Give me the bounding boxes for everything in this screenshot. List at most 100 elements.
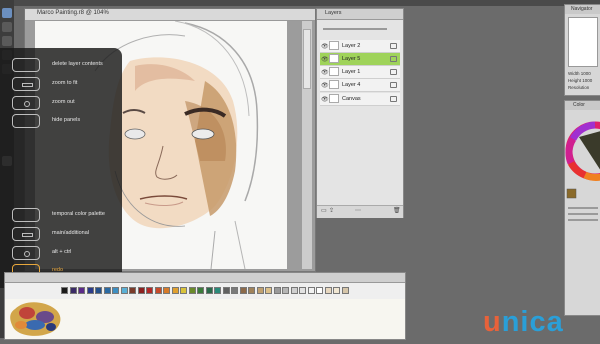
color-swatch[interactable]: [180, 287, 187, 294]
swatch-row: [61, 287, 350, 295]
layer-thumbnail: [329, 54, 339, 63]
shortcut-item[interactable]: zoom to fit: [12, 77, 122, 93]
eye-icon[interactable]: 👁: [321, 82, 329, 89]
navigator-title-bar[interactable]: Navigator: [565, 5, 600, 14]
layer-options-icon[interactable]: ⇪: [329, 207, 334, 214]
color-swatch[interactable]: [231, 287, 238, 294]
layer-name: Layer 4: [342, 82, 361, 88]
color-swatch[interactable]: [222, 287, 230, 294]
color-swatch[interactable]: [146, 287, 153, 294]
color-swatch[interactable]: [61, 287, 68, 294]
shortcut-label: alt + ctrl: [52, 249, 72, 255]
color-swatch[interactable]: [205, 287, 213, 294]
layer-row-selected[interactable]: 👁 Layer 5: [320, 53, 400, 66]
shortcut-label: hide panels: [52, 117, 81, 123]
color-swatch[interactable]: [78, 287, 85, 294]
eye-icon[interactable]: 👁: [321, 56, 329, 63]
paint-blob: [10, 302, 61, 336]
color-slider[interactable]: [568, 219, 598, 221]
layer-name: Layer 1: [342, 69, 361, 75]
shortcut-label: main/additional: [52, 230, 89, 236]
lock-icon[interactable]: [390, 56, 397, 62]
color-swatch[interactable]: [95, 287, 102, 294]
color-swatch[interactable]: [273, 287, 281, 294]
layers-footer: ▭ ⇪ ⋯ 🗑: [317, 205, 403, 218]
color-swatch[interactable]: [129, 287, 136, 294]
color-swatch[interactable]: [333, 287, 340, 294]
navigator-title: Navigator: [571, 6, 593, 12]
color-swatch[interactable]: [282, 287, 289, 294]
brush-tool-icon[interactable]: [2, 8, 12, 18]
color-swatch[interactable]: [103, 287, 111, 294]
layer-thumbnail: [329, 80, 339, 89]
layer-row[interactable]: 👁 Canvas: [320, 93, 400, 106]
color-swatch[interactable]: [163, 287, 170, 294]
shortcut-label: zoom out: [52, 99, 75, 105]
layer-row[interactable]: 👁 Layer 1: [320, 66, 400, 79]
color-swatch[interactable]: [188, 287, 196, 294]
color-swatch[interactable]: [154, 287, 162, 294]
color-swatch[interactable]: [86, 287, 94, 294]
color-swatch[interactable]: [341, 287, 349, 294]
color-swatch[interactable]: [324, 287, 332, 294]
color-swatch[interactable]: [248, 287, 255, 294]
color-swatch[interactable]: [69, 287, 77, 294]
color-swatch[interactable]: [299, 287, 306, 294]
opacity-slider[interactable]: [323, 28, 387, 30]
eye-icon[interactable]: 👁: [321, 69, 329, 76]
color-swatch[interactable]: [239, 287, 247, 294]
shortcut-label: temporal color palette: [52, 211, 105, 217]
color-swatch[interactable]: [307, 287, 315, 294]
color-wheel[interactable]: [565, 113, 600, 213]
color-swatch[interactable]: [171, 287, 179, 294]
layer-name: Canvas: [342, 96, 361, 102]
mixing-area[interactable]: [5, 299, 405, 339]
eye-icon[interactable]: 👁: [321, 96, 329, 103]
color-title-bar[interactable]: Color: [565, 101, 600, 110]
color-swatch[interactable]: [290, 287, 298, 294]
color-swatch[interactable]: [197, 287, 204, 294]
color-swatch[interactable]: [256, 287, 264, 294]
lock-icon[interactable]: [390, 96, 397, 102]
shortcut-item[interactable]: alt + ctrl: [12, 246, 122, 262]
pencil-tool-icon[interactable]: [2, 22, 12, 32]
color-swatch[interactable]: [120, 287, 128, 294]
layer-row[interactable]: 👁 Layer 2: [320, 40, 400, 53]
scrollbar-thumb[interactable]: [303, 29, 311, 89]
lock-icon[interactable]: [390, 43, 397, 49]
new-layer-icon[interactable]: ▭: [321, 207, 327, 214]
navigator-preview[interactable]: [568, 17, 598, 67]
key-button-icon: [12, 246, 40, 260]
color-swatch[interactable]: [137, 287, 145, 294]
layers-panel: Layers 👁 Layer 2 👁 Layer 5 👁 Layer 1 👁 L…: [316, 8, 404, 218]
shortcut-item[interactable]: main/additional: [12, 227, 122, 243]
color-swatch[interactable]: [265, 287, 272, 294]
color-slider[interactable]: [568, 213, 598, 215]
color-panel: Color: [564, 100, 600, 316]
shortcut-item[interactable]: zoom out: [12, 96, 122, 112]
color-swatch[interactable]: [316, 287, 323, 294]
color-swatch[interactable]: [112, 287, 119, 294]
height-label: Height: [568, 78, 582, 83]
height-value: 1000: [582, 78, 593, 83]
shortcut-item[interactable]: temporal color palette: [12, 208, 122, 224]
color-slider[interactable]: [568, 207, 598, 209]
trash-icon[interactable]: 🗑: [393, 207, 401, 214]
shortcut-item[interactable]: hide panels: [12, 114, 122, 130]
resolution-label: Resolution: [568, 85, 590, 90]
eraser-tool-icon[interactable]: [2, 36, 12, 46]
more-icon[interactable]: ⋯: [355, 207, 361, 214]
shortcut-item[interactable]: delete layer contents: [12, 58, 122, 74]
canvas-scrollbar[interactable]: [302, 21, 312, 269]
lock-icon[interactable]: [390, 82, 397, 88]
canvas-title-bar[interactable]: Marco Painting.r8 @ 104%: [25, 9, 315, 21]
canvas-title: Marco Painting.r8 @ 104%: [37, 10, 109, 16]
layer-thumbnail: [329, 94, 339, 103]
lock-icon[interactable]: [390, 69, 397, 75]
color-swatch[interactable]: [214, 287, 221, 294]
layer-row[interactable]: 👁 Layer 4: [320, 79, 400, 92]
layers-title-bar[interactable]: Layers: [317, 9, 403, 20]
eye-icon[interactable]: 👁: [321, 43, 329, 50]
palette-title-bar[interactable]: [5, 273, 405, 283]
logo: unica: [483, 306, 564, 338]
